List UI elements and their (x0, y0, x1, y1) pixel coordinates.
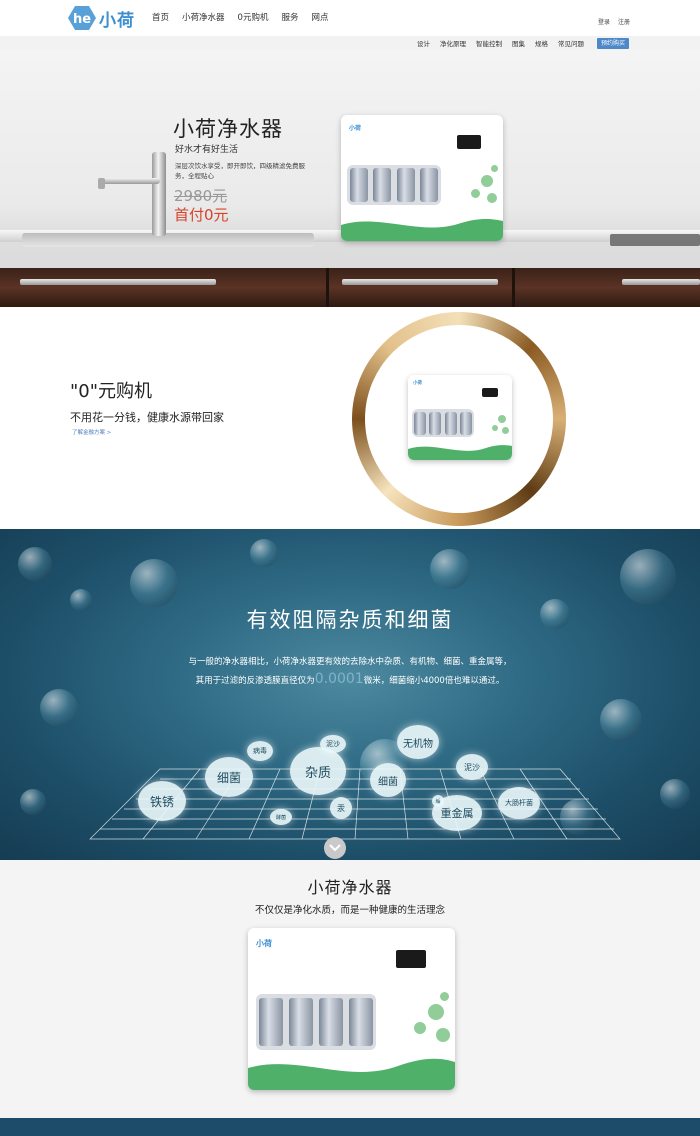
footer-bar (0, 1118, 700, 1136)
login-link[interactable]: 登录 (598, 17, 610, 26)
sink-image (22, 233, 314, 247)
hero-title: 小荷净水器 (173, 117, 283, 141)
hero-purifier-image: 小荷 (341, 115, 503, 241)
label-scale: 垢 (432, 795, 444, 807)
label-bacteria-2: 细菌 (370, 763, 406, 797)
label-silt: 泥沙 (320, 735, 346, 753)
label-virus: 病毒 (247, 741, 273, 761)
hob-image (610, 234, 700, 246)
cabinet-image (0, 268, 700, 307)
faucet-image (152, 152, 166, 236)
site-logo[interactable]: he 小荷 (68, 5, 143, 31)
label-rust: 铁锈 (138, 781, 186, 821)
device-display (396, 950, 426, 968)
label-inorganic: 无机物 (397, 725, 439, 759)
down-payment-price: 首付0元 (174, 206, 229, 224)
label-impurity: 杂质 (290, 747, 346, 795)
svg-text:he: he (73, 12, 91, 27)
nav-outlets[interactable]: 网点 (311, 11, 328, 23)
filtration-section: 有效阻隔杂质和细菌 与一般的净水器相比，小荷净水器更有效的去除水中杂质、有机物、… (0, 529, 700, 860)
hero-banner: 小荷净水器 好水才有好生活 深层次饮水享受，即开即饮，四级精滤免费服务，全程贴心… (0, 50, 700, 307)
label-yeast: 酵菌 (270, 809, 292, 825)
book-purchase-button[interactable]: 预约购买 (597, 38, 629, 49)
logo-hexagon-icon: he (68, 6, 96, 30)
original-price: 2980元 (174, 187, 228, 205)
scroll-down-button[interactable] (324, 837, 346, 859)
site-header: he 小荷 首页 小荷净水器 0元购机 服务 网点 登录 注册 (0, 0, 700, 36)
product-subtitle: 不仅仅是净化水质，而是一种健康的生活理念 (254, 905, 445, 916)
main-nav: 首页 小荷净水器 0元购机 服务 网点 (152, 11, 328, 23)
register-link[interactable]: 注册 (618, 17, 630, 26)
subnav-specs[interactable]: 规格 (535, 38, 548, 48)
hero-description: 深层次饮水享受，即开即饮，四级精滤免费服务，全程贴心 (175, 162, 305, 180)
subnav-smart-control[interactable]: 智能控制 (476, 38, 502, 48)
product-showcase: 小荷净水器 不仅仅是净化水质，而是一种健康的生活理念 小荷 (0, 860, 700, 1118)
zero-purifier-image: 小荷 (408, 375, 512, 460)
nav-purifier[interactable]: 小荷净水器 (182, 11, 225, 23)
subnav-design[interactable]: 设计 (417, 38, 430, 48)
subnav-principle[interactable]: 净化原理 (440, 38, 466, 48)
nav-service[interactable]: 服务 (281, 11, 298, 23)
label-bacteria: 细菌 (205, 757, 253, 797)
logo-text: 小荷 (99, 10, 135, 31)
nav-home[interactable]: 首页 (152, 11, 169, 23)
zero-purchase-title: "0"元购机 (70, 381, 153, 402)
sub-nav: 设计 净化原理 智能控制 图集 规格 常见问题 (0, 36, 700, 50)
chevron-down-icon (329, 844, 341, 852)
product-purifier-image: 小荷 (248, 928, 455, 1090)
account-links: 登录 注册 (598, 17, 630, 26)
label-mercury: 汞 (330, 797, 352, 819)
hero-subtitle: 好水才有好生活 (175, 145, 239, 155)
zero-purchase-subtitle: 不用花一分钱，健康水源带回家 (70, 411, 224, 424)
subnav-faq[interactable]: 常见问题 (558, 38, 584, 48)
label-silt-2: 泥沙 (456, 754, 488, 780)
finance-plan-link[interactable]: 了解金融方案 > (72, 428, 111, 436)
zero-purchase-section: "0"元购机 不用花一分钱，健康水源带回家 了解金融方案 > 小荷 (0, 307, 700, 529)
nav-zero-buy[interactable]: 0元购机 (238, 11, 269, 23)
device-display (457, 135, 481, 149)
label-ecoli: 大肠杆菌 (498, 787, 540, 819)
product-title: 小荷净水器 (307, 878, 393, 897)
subnav-gallery[interactable]: 图集 (512, 38, 525, 48)
